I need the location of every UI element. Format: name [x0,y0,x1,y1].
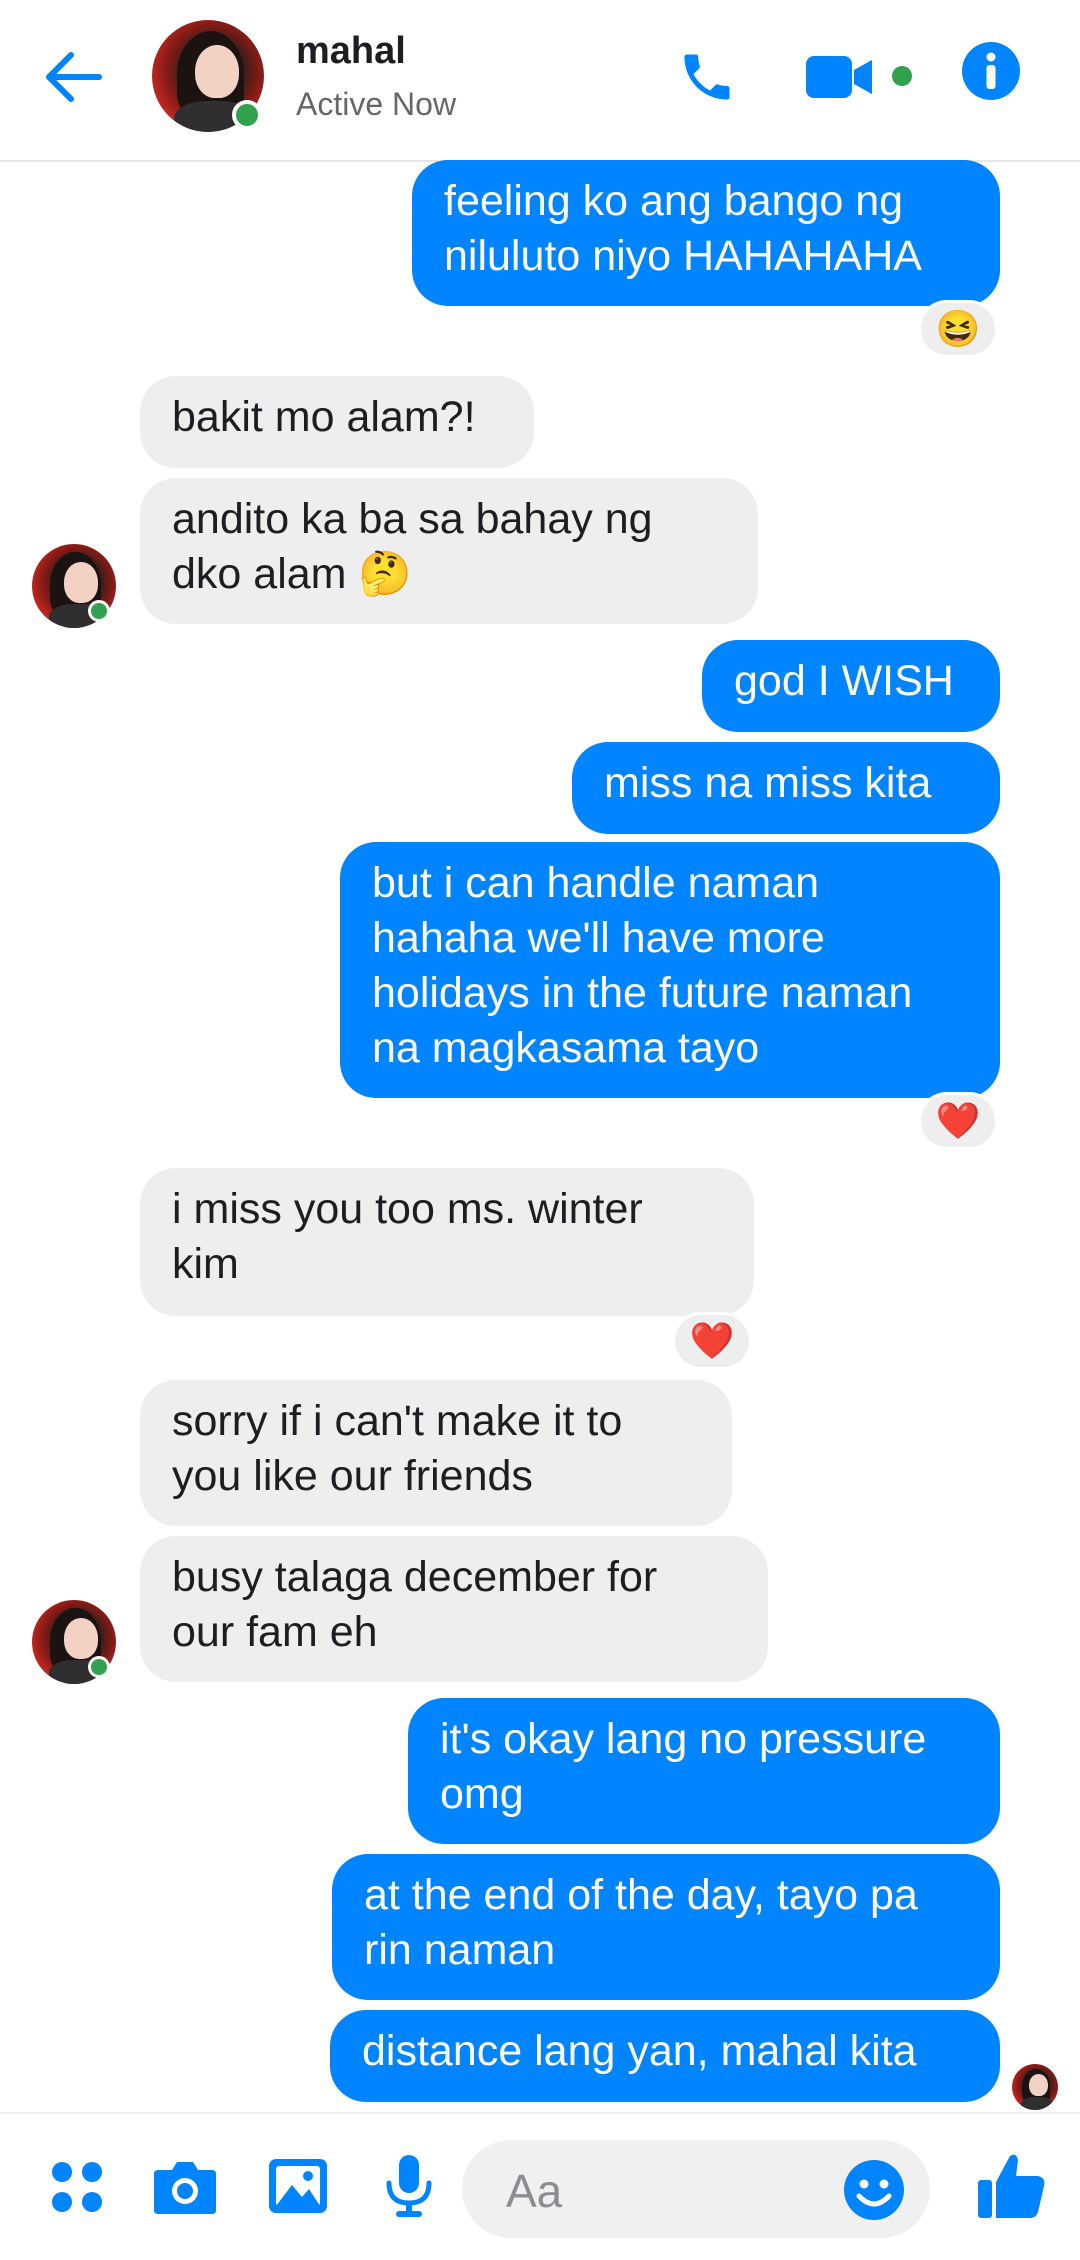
avatar-photo [1012,2064,1058,2110]
camera-icon[interactable] [150,2152,220,2222]
message-bubble[interactable]: it's okay lang no pressure omg [408,1698,1000,1844]
video-active-dot [892,66,912,86]
reaction-heart[interactable]: ❤️ [918,1092,998,1150]
message-bubble[interactable]: but i can handle naman hahaha we'll have… [340,842,1000,1098]
smiley-icon[interactable] [842,2158,906,2222]
online-indicator [88,1656,110,1678]
message-input-placeholder: Aa [506,2165,563,2217]
message-bubble[interactable]: distance lang yan, mahal kita [330,2010,1000,2102]
image-icon[interactable] [262,2150,334,2222]
message-bubble[interactable]: bakit mo alam?! [140,376,534,468]
online-indicator [88,600,110,622]
message-bubble[interactable]: god I WISH [702,640,1000,732]
reaction-heart[interactable]: ❤️ [672,1312,752,1370]
info-icon[interactable] [958,38,1024,104]
thumbs-up-icon[interactable] [970,2144,1054,2228]
sender-avatar[interactable] [32,1600,116,1684]
message-bubble[interactable]: i miss you too ms. winter kim [140,1168,754,1316]
active-status: Active Now [296,86,457,122]
message-bubble[interactable]: busy talaga december for our fam eh [140,1536,768,1682]
message-bubble[interactable]: feeling ko ang bango ng niluluto niyo HA… [412,160,1000,306]
seen-receipt-avatar [1012,2064,1058,2110]
message-bubble[interactable]: andito ka ba sa bahay ng dko alam 🤔 [140,478,758,624]
four-dots-icon[interactable] [44,2154,110,2220]
conversation-header: mahal Active Now [0,0,1080,162]
message-composer: Aa [0,2112,1080,2260]
reaction-laugh[interactable]: 😆 [918,300,998,358]
online-indicator [232,100,262,130]
contact-avatar[interactable] [152,20,264,132]
contact-name[interactable]: mahal [296,30,406,73]
message-input[interactable]: Aa [462,2140,930,2238]
video-camera-icon[interactable] [800,44,878,110]
microphone-icon[interactable] [376,2150,442,2222]
phone-icon[interactable] [670,40,744,114]
message-bubble[interactable]: miss na miss kita [572,742,1000,834]
back-arrow-icon[interactable] [38,42,108,112]
message-bubble[interactable]: at the end of the day, tayo pa rin naman [332,1854,1000,2000]
sender-avatar[interactable] [32,544,116,628]
message-bubble[interactable]: sorry if i can't make it to you like our… [140,1380,732,1526]
